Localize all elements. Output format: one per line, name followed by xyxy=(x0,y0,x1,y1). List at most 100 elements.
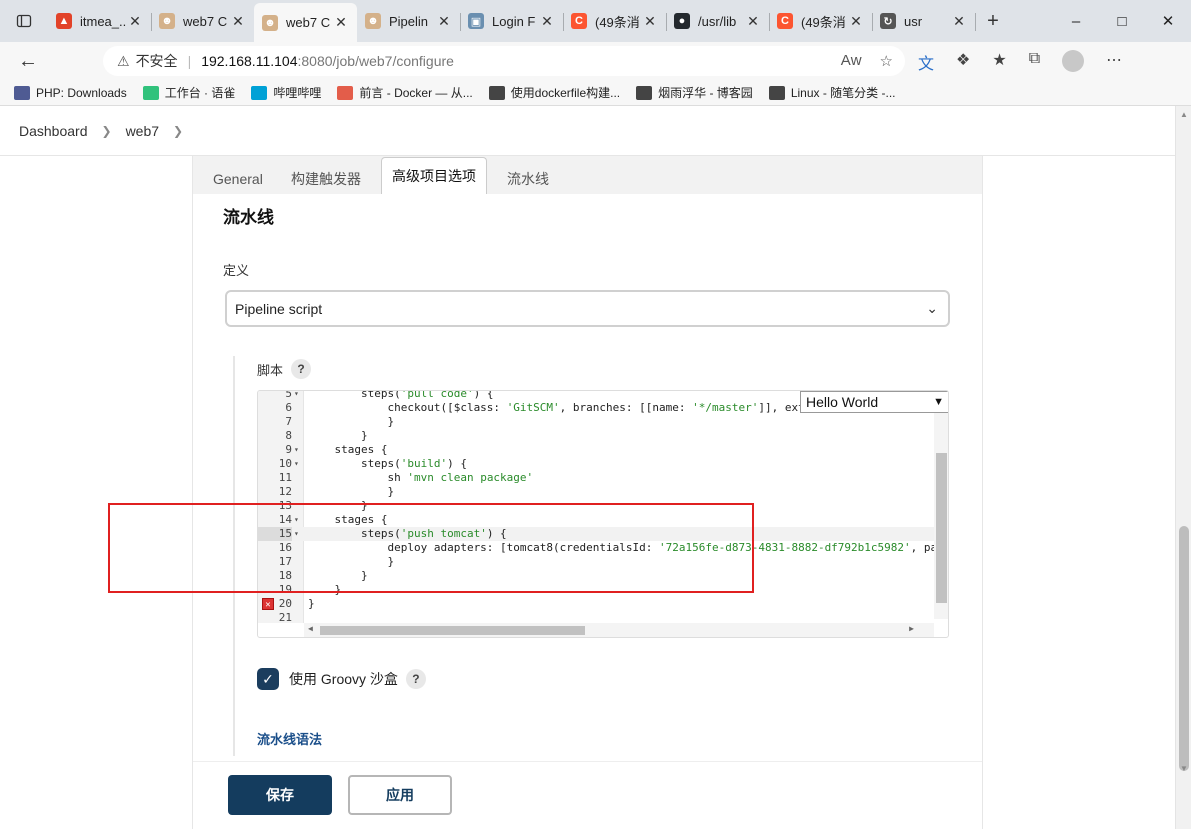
bookmark-item[interactable]: 工作台 · 语雀 xyxy=(142,84,235,101)
tab-title: (49条消 xyxy=(595,14,640,30)
code-line[interactable]: 19 } xyxy=(258,583,934,597)
tab-advanced-options[interactable]: 高级项目选项 xyxy=(381,157,487,194)
help-icon[interactable]: ? xyxy=(291,359,312,379)
code-line[interactable]: 11 sh 'mvn clean package' xyxy=(258,471,934,485)
add-favorite-icon[interactable]: ☆ xyxy=(880,52,893,70)
bookmark-item[interactable]: 前言 - Docker — 从... xyxy=(337,84,473,101)
save-button[interactable]: 保存 xyxy=(228,775,332,815)
url-host: 192.168.11.104 xyxy=(201,53,298,69)
close-tab-icon[interactable]: ✕ xyxy=(539,13,555,30)
bookmark-item[interactable]: 使用dockerfile构建... xyxy=(488,84,620,101)
scroll-right-icon[interactable]: ▶ xyxy=(909,624,914,633)
bookmark-item[interactable]: Linux - 随笔分类 -... xyxy=(768,84,896,101)
close-window-icon[interactable]: ✕ xyxy=(1145,0,1191,42)
error-icon[interactable]: ✕ xyxy=(262,598,274,610)
minimize-icon[interactable]: – xyxy=(1053,0,1099,42)
close-tab-icon[interactable]: ✕ xyxy=(848,13,864,30)
close-tab-icon[interactable]: ✕ xyxy=(951,13,967,30)
bookmark-item[interactable]: 哔哩哔哩 xyxy=(251,84,321,101)
line-number: 7 xyxy=(285,415,292,428)
browser-tab[interactable]: C (49条消 ✕ xyxy=(563,3,667,39)
code-line[interactable]: 20 ✕} xyxy=(258,597,934,611)
breadcrumb-web7[interactable]: web7 xyxy=(126,123,159,139)
extensions-icon[interactable]: ❖ xyxy=(956,50,970,74)
jenkins-icon: ☻ xyxy=(159,13,175,29)
browser-tab[interactable]: ▲ itmea_... ✕ xyxy=(48,3,152,39)
code-line[interactable]: 13 } xyxy=(258,499,934,513)
code-line[interactable]: 14 ▾ stages { xyxy=(258,513,934,527)
profile-avatar[interactable] xyxy=(1062,50,1085,72)
browser-tab[interactable]: ☻ Pipelin ✕ xyxy=(357,3,461,39)
code-line[interactable]: 16 deploy adapters: [tomcat8(credentials… xyxy=(258,541,948,555)
code-line[interactable]: 18 } xyxy=(258,569,934,583)
back-button[interactable]: ← xyxy=(8,46,48,76)
tab-actions-icon[interactable] xyxy=(0,0,48,42)
page-scrollbar[interactable]: ▲ ▼ xyxy=(1175,106,1191,829)
sample-script-select[interactable]: Hello World ▼ xyxy=(800,391,948,413)
tab-build-triggers[interactable]: 构建触发器 xyxy=(291,164,361,194)
collections-icon[interactable]: ⧉ xyxy=(1029,50,1040,74)
help-icon[interactable]: ? xyxy=(405,669,426,689)
definition-select[interactable]: Pipeline script ⌄ xyxy=(225,290,950,327)
code-line[interactable]: 15 ▾ steps('push tomcat') { xyxy=(258,527,934,541)
code-line[interactable]: 8 } xyxy=(258,429,934,443)
browser-tab-strip: ▲ itmea_... ✕ ☻ web7 C ✕ ☻ web7 C ✕ ☻ Pipelin ✕ ▣ Log… xyxy=(0,0,1191,42)
close-tab-icon[interactable]: ✕ xyxy=(230,13,246,30)
bookmark-item[interactable]: PHP: Downloads xyxy=(14,85,127,100)
editor-horizontal-thumb[interactable] xyxy=(320,626,585,635)
groovy-sandbox-checkbox[interactable]: ✓ xyxy=(257,668,279,690)
cnblogs-icon xyxy=(636,85,653,100)
more-menu-icon[interactable]: ⋯ xyxy=(1106,50,1122,74)
chevron-down-icon: ⌄ xyxy=(926,300,938,316)
tab-general[interactable]: General xyxy=(213,164,263,194)
breadcrumb: Dashboard ❯ web7 ❯ xyxy=(0,106,1175,156)
code-text: deploy adapters: [tomcat8(credentialsId:… xyxy=(308,541,949,554)
read-aloud-icon[interactable]: Aᴡ xyxy=(841,52,862,70)
close-tab-icon[interactable]: ✕ xyxy=(745,13,761,30)
fold-toggle-icon[interactable]: ▾ xyxy=(294,391,299,401)
line-number: 18 xyxy=(278,569,292,582)
browser-tab[interactable]: ▣ Login F ✕ xyxy=(460,3,564,39)
browser-tab[interactable]: ● /usr/lib ✕ xyxy=(666,3,770,39)
close-tab-icon[interactable]: ✕ xyxy=(642,13,658,30)
code-line[interactable]: 10 ▾ steps('build') { xyxy=(258,457,934,471)
fold-toggle-icon[interactable]: ▾ xyxy=(294,443,299,457)
browser-tab[interactable]: C (49条消 ✕ xyxy=(769,3,873,39)
scroll-left-icon[interactable]: ◀ xyxy=(308,624,313,633)
page-scroll-thumb[interactable] xyxy=(1179,526,1189,771)
pipeline-syntax-link[interactable]: 流水线语法 xyxy=(257,729,322,748)
code-line[interactable]: 7 } xyxy=(258,415,934,429)
breadcrumb-dashboard[interactable]: Dashboard xyxy=(19,123,88,139)
close-tab-icon[interactable]: ✕ xyxy=(333,14,349,31)
close-tab-icon[interactable]: ✕ xyxy=(127,13,143,30)
fold-toggle-icon[interactable]: ▾ xyxy=(294,513,299,527)
url-path: :8080/job/web7/configure xyxy=(297,53,454,69)
apply-button[interactable]: 应用 xyxy=(348,775,452,815)
code-text: } xyxy=(308,583,342,596)
browser-tab[interactable]: ☻ web7 C ✕ xyxy=(151,3,255,39)
editor-vertical-scrollbar[interactable] xyxy=(934,413,948,619)
address-bar[interactable]: ⚠ 不安全 | 192.168.11.104:8080/job/web7/con… xyxy=(103,46,905,76)
security-label: 不安全 xyxy=(135,53,178,69)
close-tab-icon[interactable]: ✕ xyxy=(436,13,452,30)
chevron-right-icon[interactable]: ❯ xyxy=(173,124,183,138)
tab-pipeline[interactable]: 流水线 xyxy=(507,164,549,194)
script-editor[interactable]: 5 ▾ steps('pull code') {6 checkout([$clas… xyxy=(257,390,949,638)
bookmark-item[interactable]: 烟雨浮华 - 博客园 xyxy=(636,84,753,101)
editor-vertical-thumb[interactable] xyxy=(936,453,947,603)
editor-horizontal-scrollbar[interactable]: ◀ ▶ xyxy=(304,623,934,637)
maximize-icon[interactable]: □ xyxy=(1099,0,1145,42)
browser-tab[interactable]: ↻ usr ✕ xyxy=(872,3,976,39)
code-line[interactable]: 17 } xyxy=(258,555,934,569)
new-tab-button[interactable]: + xyxy=(975,3,1011,39)
code-line[interactable]: 9 ▾ stages { xyxy=(258,443,934,457)
fold-toggle-icon[interactable]: ▾ xyxy=(294,457,299,471)
browser-tab[interactable]: ☻ web7 C ✕ xyxy=(254,3,357,42)
favorites-icon[interactable]: ★ xyxy=(992,50,1006,74)
translate-icon[interactable]: 文 xyxy=(918,50,934,74)
code-line[interactable]: 12 } xyxy=(258,485,934,499)
fold-toggle-icon[interactable]: ▾ xyxy=(294,527,299,541)
warning-icon: ⚠ xyxy=(117,52,130,69)
scroll-down-icon[interactable]: ▼ xyxy=(1180,764,1188,773)
scroll-up-icon[interactable]: ▲ xyxy=(1180,110,1188,119)
